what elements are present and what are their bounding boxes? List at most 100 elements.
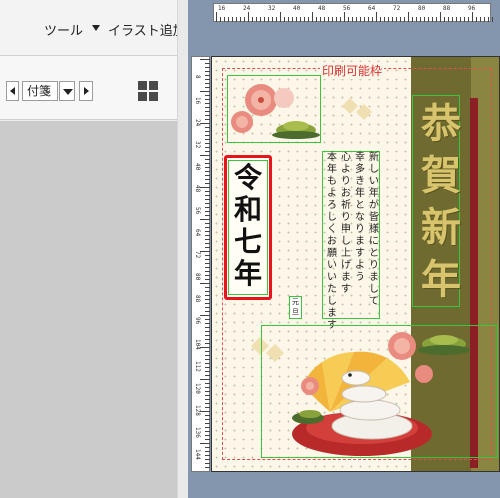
ruler-tick xyxy=(440,12,441,22)
ruler-tick xyxy=(205,299,210,300)
ruler-tick xyxy=(232,17,233,22)
ruler-tick xyxy=(288,17,289,22)
ruler-label: 48 xyxy=(194,185,201,193)
ruler-label: 64 xyxy=(194,229,201,237)
ruler-tick xyxy=(205,211,210,212)
ruler-label: 24 xyxy=(243,5,251,12)
ruler-tick xyxy=(256,17,257,22)
ruler-tick xyxy=(464,17,465,22)
ruler-tick xyxy=(205,395,210,396)
ruler-label: 120 xyxy=(194,383,201,394)
ruler-tick xyxy=(388,17,389,22)
ruler-label: 88 xyxy=(443,5,451,12)
ruler-tick xyxy=(205,427,210,428)
ruler-tick xyxy=(205,399,210,400)
gantan-label: 元旦 xyxy=(290,297,301,317)
ruler-label: 24 xyxy=(194,119,201,127)
message-line: 新しい年が皆様にとりまして xyxy=(369,152,379,307)
ruler-tick xyxy=(276,17,277,22)
greeting-text[interactable]: 恭 賀 新 年 xyxy=(416,98,466,306)
ruler-label: 80 xyxy=(418,5,426,12)
ruler-tick xyxy=(220,17,221,22)
menu-tool[interactable]: ツール xyxy=(44,20,83,39)
ruler-tick xyxy=(205,359,210,360)
ruler-tick xyxy=(205,135,210,136)
ruler-tick xyxy=(428,17,429,22)
vertical-scrollbar[interactable] xyxy=(177,0,188,498)
ruler-tick xyxy=(456,17,457,22)
ruler-tick xyxy=(200,251,210,252)
ruler-label: 96 xyxy=(468,5,476,12)
ruler-tick xyxy=(328,17,329,22)
ruler-tick xyxy=(356,17,357,22)
greeting-char: 賀 xyxy=(421,152,461,199)
ruler-label: 40 xyxy=(293,5,301,12)
reiwa-year-text[interactable]: 令 和 七 年 xyxy=(228,162,268,290)
ruler-label: 16 xyxy=(218,5,226,12)
ruler-tick xyxy=(480,17,481,22)
ruler-label: 96 xyxy=(194,317,201,325)
message-line: 幸多き年となりますよう xyxy=(355,152,365,283)
ruler-tick xyxy=(205,139,210,140)
greeting-message[interactable]: 新しい年が皆様にとりまして 幸多き年となりますよう 心よりお祈り申し上げます 本… xyxy=(324,152,382,331)
ruler-tick xyxy=(205,439,210,440)
ruler-tick xyxy=(488,17,489,22)
ruler-tick xyxy=(205,339,210,340)
next-button[interactable] xyxy=(79,81,93,101)
ruler-tick xyxy=(320,17,321,22)
ruler-tick xyxy=(205,403,210,404)
ruler-tick xyxy=(240,17,241,22)
ruler-tick xyxy=(205,303,210,304)
ruler-tick xyxy=(205,259,210,260)
reiwa-char: 令 xyxy=(233,161,262,194)
menu-add-illustration[interactable]: イラスト追加 xyxy=(108,20,186,39)
ruler-tick xyxy=(205,223,210,224)
ruler-tick xyxy=(205,183,210,184)
ruler-tick xyxy=(205,143,210,144)
ruler-tick xyxy=(205,363,210,364)
triangle-right-icon xyxy=(84,87,89,95)
ruler-label: 8 xyxy=(194,75,201,79)
tag-dropdown-button[interactable] xyxy=(59,81,75,101)
ruler-tick xyxy=(200,283,210,284)
ruler-tick xyxy=(424,17,425,22)
ruler-tick xyxy=(205,227,210,228)
ruler-tick xyxy=(205,375,210,376)
ruler-tick xyxy=(272,17,273,22)
ruler-tick xyxy=(248,12,249,22)
ruler-tick xyxy=(360,17,361,22)
ruler-label: 16 xyxy=(194,97,201,105)
ruler-tick xyxy=(205,387,210,388)
ruler-tick xyxy=(205,199,210,200)
ruler-tick xyxy=(200,347,210,348)
grid-view-icon[interactable] xyxy=(138,81,159,102)
ruler-label: 112 xyxy=(194,361,201,372)
ruler-tick xyxy=(205,323,210,324)
ruler-tick xyxy=(205,451,210,452)
ruler-tick xyxy=(348,17,349,22)
ruler-tick xyxy=(205,231,210,232)
ruler-tick xyxy=(352,17,353,22)
ruler-tick xyxy=(205,467,210,468)
ruler-tick xyxy=(200,187,210,188)
ruler-tick xyxy=(432,17,433,22)
tag-select[interactable]: 付箋 xyxy=(22,81,58,101)
ruler-tick xyxy=(264,17,265,22)
ruler-tick xyxy=(205,107,210,108)
ruler-label: 104 xyxy=(194,339,201,350)
ruler-tick xyxy=(408,12,409,22)
ruler-label: 32 xyxy=(268,5,276,12)
reiwa-char: 年 xyxy=(233,257,262,290)
ruler-tick xyxy=(292,17,293,22)
ruler-tick xyxy=(205,235,210,236)
ruler-tick xyxy=(205,75,210,76)
ruler-tick xyxy=(392,17,393,22)
ruler-tick xyxy=(205,295,210,296)
ruler-tick xyxy=(205,423,210,424)
ruler-tick xyxy=(308,17,309,22)
ruler-tick xyxy=(400,17,401,22)
prev-button[interactable] xyxy=(6,81,19,101)
ruler-tick xyxy=(436,17,437,22)
dropdown-arrow-icon[interactable] xyxy=(92,25,100,31)
ruler-tick xyxy=(200,59,210,60)
